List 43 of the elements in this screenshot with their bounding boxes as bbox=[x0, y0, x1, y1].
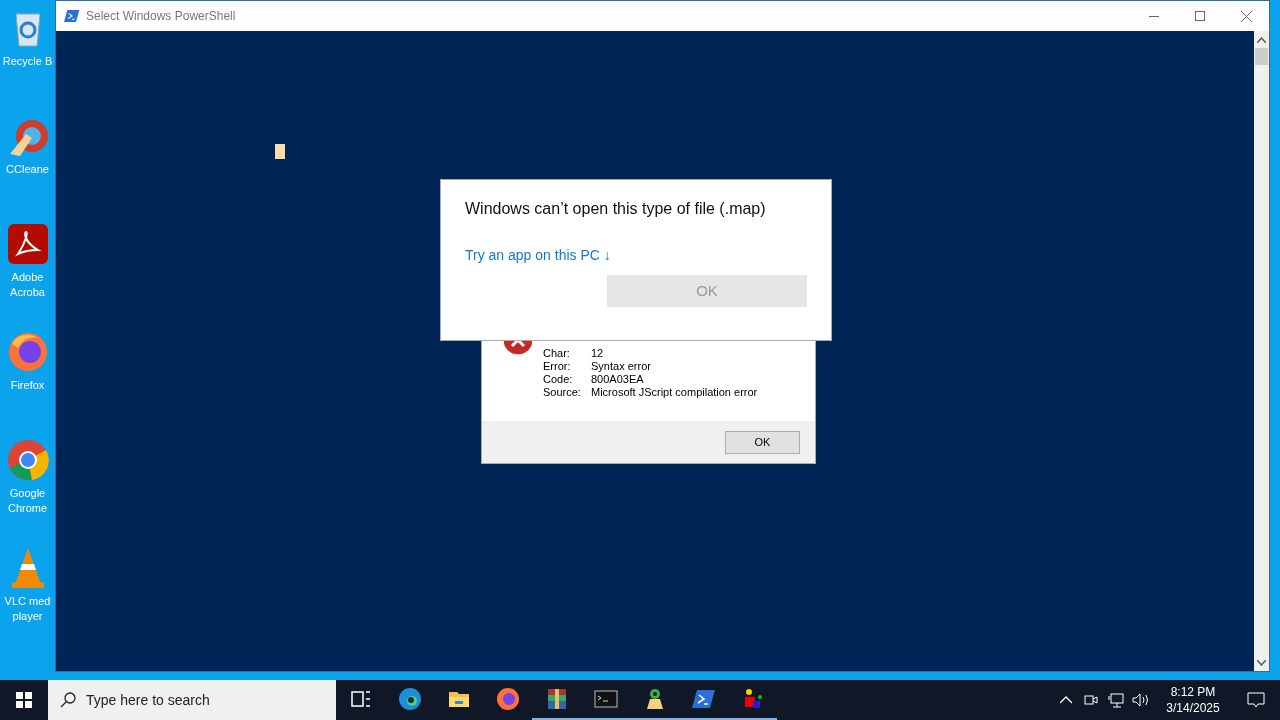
chrome-icon bbox=[5, 438, 50, 482]
close-icon bbox=[1240, 10, 1252, 22]
field-label: Code: bbox=[543, 373, 574, 386]
text-cursor bbox=[275, 144, 285, 159]
desktop-icon-label[interactable]: VLC med player bbox=[0, 594, 55, 624]
desktop-icon-label[interactable]: Recycle B bbox=[0, 54, 55, 69]
terminal-icon[interactable] bbox=[593, 687, 618, 711]
search-field[interactable]: Type here to search bbox=[48, 680, 336, 720]
field-value: 12 bbox=[591, 347, 604, 360]
desktop-icon-label[interactable]: Adobe Acroba bbox=[0, 270, 55, 300]
firefox-icon[interactable] bbox=[495, 687, 520, 711]
pdf-icon bbox=[5, 222, 50, 266]
windows-logo-icon bbox=[16, 692, 32, 708]
search-icon bbox=[60, 692, 76, 708]
minimize-icon bbox=[1149, 15, 1159, 17]
speech-bubble-icon bbox=[1247, 692, 1265, 708]
desktop-icon-label[interactable]: CCleane bbox=[0, 162, 55, 177]
scroll-down-icon[interactable] bbox=[1257, 660, 1266, 666]
try-app-link[interactable]: Try an app on this PC ↓ bbox=[465, 246, 611, 264]
clock-time[interactable]: 8:12 PM bbox=[1170, 684, 1216, 700]
maximize-icon bbox=[1195, 11, 1205, 21]
desktop-icon-label[interactable]: Firefox bbox=[0, 378, 55, 393]
window-title: Select Windows PowerShell bbox=[86, 8, 236, 25]
field-value: Syntax error bbox=[591, 360, 651, 373]
speaker-icon[interactable] bbox=[1132, 692, 1150, 708]
edge-icon[interactable] bbox=[397, 687, 422, 711]
network-icon[interactable] bbox=[1108, 692, 1124, 708]
field-value: 800A03EA bbox=[591, 373, 644, 386]
field-value: Microsoft JScript compilation error bbox=[591, 386, 758, 399]
powershell-icon[interactable] bbox=[691, 687, 716, 711]
field-label: Source: bbox=[543, 386, 582, 399]
camera-icon[interactable] bbox=[1084, 692, 1098, 708]
dialog-message: Windows can’t open this type of file (.map) bbox=[465, 199, 767, 219]
clock-date[interactable]: 3/14/2025 bbox=[1166, 700, 1220, 716]
ok-button[interactable]: OK bbox=[725, 430, 800, 454]
scrollbar[interactable] bbox=[1254, 31, 1269, 671]
desktop-icon-label[interactable]: Google Chrome bbox=[0, 486, 55, 516]
scroll-up-icon[interactable] bbox=[1257, 37, 1266, 43]
chevron-up-icon[interactable] bbox=[1060, 696, 1072, 704]
powershell-icon bbox=[64, 8, 80, 24]
scroll-thumb[interactable] bbox=[1255, 48, 1268, 65]
field-label: Char: bbox=[543, 347, 571, 360]
field-label: Error: bbox=[543, 360, 572, 373]
